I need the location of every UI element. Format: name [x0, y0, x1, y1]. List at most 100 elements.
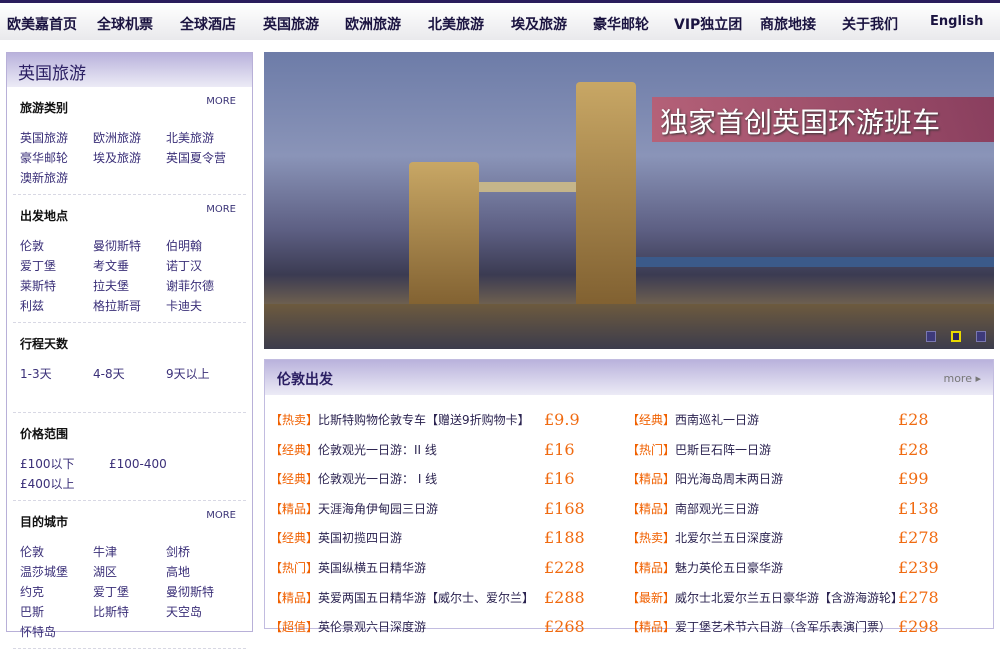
- nav-item-8[interactable]: VIP独立团: [674, 14, 742, 34]
- sidebar-link[interactable]: 埃及旅游: [93, 150, 166, 166]
- sidebar-link[interactable]: 比斯特: [93, 604, 166, 620]
- nav-item-10[interactable]: 关于我们: [842, 14, 898, 34]
- sidebar-link[interactable]: 约克: [20, 584, 93, 600]
- tour-row[interactable]: 【热卖】北爱尔兰五日深度游 £278: [627, 528, 987, 549]
- tour-row[interactable]: 【超值】英伦景观六日深度游 £268: [270, 617, 620, 638]
- tour-row[interactable]: 【经典】西南巡礼一日游 £28: [627, 410, 987, 431]
- nav-item-6[interactable]: 埃及旅游: [511, 14, 567, 34]
- sidebar-link[interactable]: 格拉斯哥: [93, 298, 166, 314]
- tour-row[interactable]: 【精品】南部观光三日游 £138: [627, 499, 987, 520]
- tour-tag: 【精品】: [627, 472, 676, 487]
- more-link[interactable]: MORE: [206, 204, 236, 215]
- sidebar-link[interactable]: £400以上: [20, 476, 109, 492]
- sidebar-link[interactable]: 温莎城堡: [20, 564, 93, 580]
- sidebar-link[interactable]: 欧洲旅游: [93, 130, 166, 146]
- sidebar-link[interactable]: 莱斯特: [20, 278, 93, 294]
- banner-carousel[interactable]: 独家首创英国环游班车: [264, 52, 994, 349]
- tour-name[interactable]: 比斯特购物伦敦专车【赠送9折购物卡】: [318, 413, 530, 427]
- more-link[interactable]: more ▸: [943, 372, 981, 385]
- sidebar-link[interactable]: 牛津: [93, 544, 166, 560]
- slide-dot-3[interactable]: [976, 331, 986, 342]
- tour-name[interactable]: 英伦景观六日深度游: [318, 620, 426, 634]
- nav-item-3[interactable]: 英国旅游: [263, 14, 319, 34]
- tour-row[interactable]: 【经典】英国初揽四日游 £188: [270, 528, 620, 549]
- tour-row[interactable]: 【精品】天涯海角伊甸园三日游 £168: [270, 499, 620, 520]
- tour-name[interactable]: 西南巡礼一日游: [675, 413, 759, 427]
- nav-item-11[interactable]: English: [930, 14, 983, 29]
- sidebar-link[interactable]: 拉夫堡: [93, 278, 166, 294]
- tour-name[interactable]: 魅力英伦五日豪华游: [675, 561, 783, 575]
- tour-tag: 【经典】: [270, 442, 319, 457]
- tour-name[interactable]: 天涯海角伊甸园三日游: [318, 502, 438, 516]
- sidebar-link[interactable]: £100-400: [109, 456, 209, 472]
- tour-tag: 【精品】: [627, 620, 676, 635]
- tour-row[interactable]: 【精品】英爱两国五日精华游【威尔士、爱尔兰】 £288: [270, 588, 620, 609]
- tour-name[interactable]: 威尔士北爱尔兰五日豪华游【含游海游轮】: [675, 591, 903, 605]
- tour-row[interactable]: 【热卖】比斯特购物伦敦专车【赠送9折购物卡】 £9.9: [270, 410, 620, 431]
- sidebar-link[interactable]: 卡迪夫: [166, 298, 246, 314]
- tour-name[interactable]: 英国初揽四日游: [318, 531, 402, 545]
- sidebar-link[interactable]: 伦敦: [20, 238, 93, 254]
- sidebar-link[interactable]: £100以下: [20, 456, 109, 472]
- sidebar-link[interactable]: 爱丁堡: [93, 584, 166, 600]
- sidebar-link[interactable]: 1-3天: [20, 366, 93, 382]
- sidebar-link[interactable]: 谢菲尔德: [166, 278, 246, 294]
- bridge-tower-left: [409, 162, 479, 322]
- tour-row[interactable]: 【经典】伦敦观光一日游：II 线 £16: [270, 440, 620, 461]
- sidebar-link[interactable]: 曼彻斯特: [166, 584, 246, 600]
- tour-name[interactable]: 伦敦观光一日游：II 线: [318, 443, 437, 457]
- sidebar-link[interactable]: 4-8天: [93, 366, 166, 382]
- nav-item-4[interactable]: 欧洲旅游: [345, 14, 401, 34]
- sidebar-link[interactable]: 爱丁堡: [20, 258, 93, 274]
- tour-price: £278: [898, 528, 939, 548]
- tour-name[interactable]: 北爱尔兰五日深度游: [675, 531, 783, 545]
- nav-item-9[interactable]: 商旅地接: [760, 14, 816, 34]
- sidebar-group: 目的城市 MORE 伦敦 牛津 剑桥 温莎城堡 湖区 高地 约克 爱丁堡 曼彻斯特 巴斯 比斯特 天空岛怀…: [13, 501, 246, 649]
- nav-item-7[interactable]: 豪华邮轮: [593, 14, 649, 34]
- group-items: 英国旅游 欧洲旅游 北美旅游豪华邮轮 埃及旅游 英国夏令营澳新旅游: [20, 130, 246, 186]
- sidebar-link[interactable]: 9天以上: [166, 366, 246, 382]
- tour-name[interactable]: 爱丁堡艺术节六日游（含军乐表演门票）: [675, 620, 891, 634]
- tour-row[interactable]: 【热门】英国纵横五日精华游 £228: [270, 558, 620, 579]
- more-link[interactable]: MORE: [206, 96, 236, 107]
- nav-item-1[interactable]: 全球机票: [97, 14, 153, 34]
- sidebar-link[interactable]: 英国夏令营: [166, 150, 246, 166]
- more-link[interactable]: MORE: [206, 510, 236, 521]
- sidebar-link[interactable]: 诺丁汉: [166, 258, 246, 274]
- sidebar-link[interactable]: 北美旅游: [166, 130, 246, 146]
- tour-row[interactable]: 【经典】伦敦观光一日游： I 线 £16: [270, 469, 620, 490]
- tour-name[interactable]: 南部观光三日游: [675, 502, 759, 516]
- tour-name[interactable]: 英国纵横五日精华游: [318, 561, 426, 575]
- sidebar-link[interactable]: 剑桥: [166, 544, 246, 560]
- tour-row[interactable]: 【精品】魅力英伦五日豪华游 £239: [627, 558, 987, 579]
- nav-item-5[interactable]: 北美旅游: [428, 14, 484, 34]
- sidebar-link[interactable]: 巴斯: [20, 604, 93, 620]
- nav-item-2[interactable]: 全球酒店: [180, 14, 236, 34]
- sidebar-link[interactable]: 高地: [166, 564, 246, 580]
- tour-tag: 【精品】: [627, 561, 676, 575]
- tour-row[interactable]: 【最新】威尔士北爱尔兰五日豪华游【含游海游轮】 £278: [627, 588, 987, 609]
- sidebar-link[interactable]: 澳新旅游: [20, 170, 93, 186]
- tour-name[interactable]: 伦敦观光一日游： I 线: [318, 472, 437, 486]
- tour-row[interactable]: 【热门】巴斯巨石阵一日游 £28: [627, 440, 987, 461]
- tour-name[interactable]: 巴斯巨石阵一日游: [675, 443, 771, 457]
- sidebar-link[interactable]: 英国旅游: [20, 130, 93, 146]
- slide-dot-1[interactable]: [926, 331, 936, 342]
- sidebar-link[interactable]: 考文垂: [93, 258, 166, 274]
- sidebar-link[interactable]: 伯明翰: [166, 238, 246, 254]
- slide-dot-2[interactable]: [951, 331, 961, 342]
- sidebar-link[interactable]: 伦敦: [20, 544, 93, 560]
- sidebar-link[interactable]: 曼彻斯特: [93, 238, 166, 254]
- tour-row[interactable]: 【精品】爱丁堡艺术节六日游（含军乐表演门票） £298: [627, 617, 987, 638]
- sidebar-link[interactable]: 利兹: [20, 298, 93, 314]
- nav-item-0[interactable]: 欧美嘉首页: [7, 14, 77, 34]
- sidebar-link[interactable]: 豪华邮轮: [20, 150, 93, 166]
- group-title: 价格范围: [20, 427, 69, 441]
- sidebar-link[interactable]: 怀特岛: [20, 624, 93, 640]
- tour-name[interactable]: 阳光海岛周末两日游: [675, 472, 783, 486]
- tour-row[interactable]: 【精品】阳光海岛周末两日游 £99: [627, 469, 987, 490]
- bridge-walkway: [479, 182, 576, 192]
- tour-name[interactable]: 英爱两国五日精华游【威尔士、爱尔兰】: [318, 591, 534, 605]
- sidebar-link[interactable]: 湖区: [93, 564, 166, 580]
- sidebar-link[interactable]: 天空岛: [166, 604, 246, 620]
